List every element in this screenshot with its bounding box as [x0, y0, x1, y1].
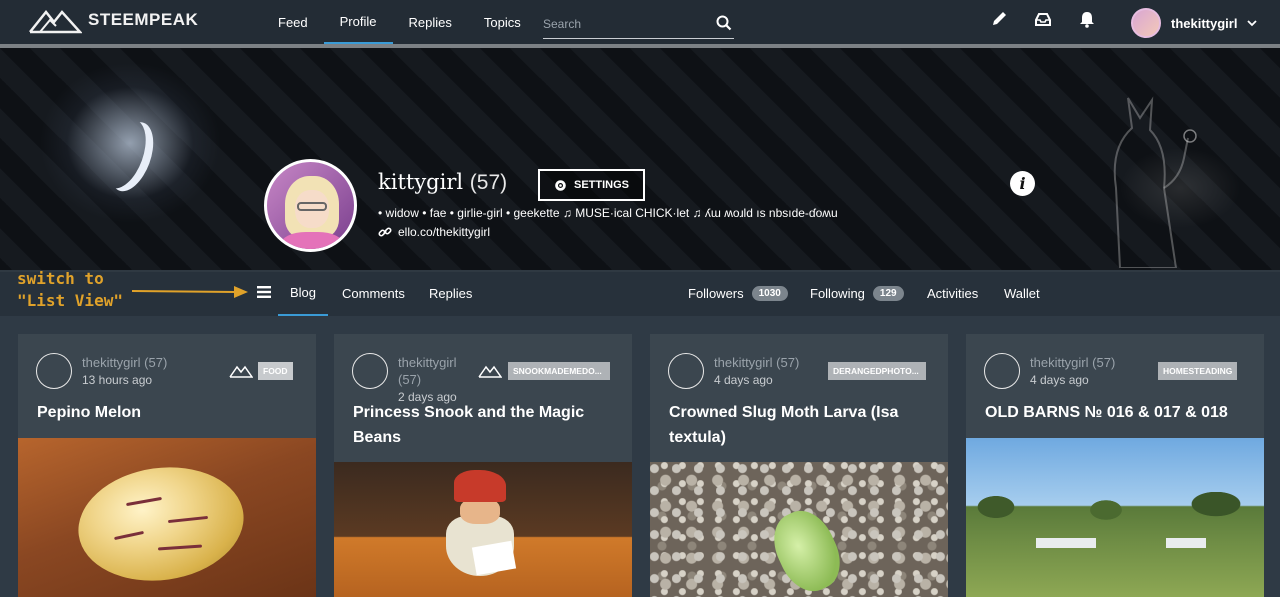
nav-topics[interactable]: Topics — [468, 0, 537, 44]
info-icon[interactable]: i — [1010, 171, 1035, 196]
mountain-logo-icon — [29, 9, 82, 34]
brand-name: STEEMPEAK — [88, 10, 199, 29]
settings-label: SETTINGS — [573, 179, 629, 191]
post-tag[interactable]: HOMESTEADING — [1158, 362, 1238, 380]
banner-moon — [94, 114, 154, 195]
brand-logo[interactable]: STEEMPEAK — [28, 6, 198, 34]
post-author[interactable]: thekittygirl (57) — [714, 354, 824, 371]
profile-avatar[interactable] — [264, 159, 357, 252]
post-author[interactable]: thekittygirl (57) — [82, 354, 192, 371]
post-tag[interactable]: SNOOKMADEMEDO... — [508, 362, 610, 380]
search-input[interactable] — [543, 9, 734, 38]
user-menu[interactable]: thekittygirl — [1131, 8, 1258, 38]
following-count-badge: 129 — [872, 285, 904, 301]
post-thumbnail[interactable] — [18, 438, 316, 597]
mountain-logo-icon — [478, 365, 502, 378]
post-time: 4 days ago — [714, 373, 773, 387]
profile-reputation: (57) — [469, 171, 508, 194]
profile-name: kittygirl (57) — [378, 170, 507, 195]
following-label: Following — [810, 285, 865, 301]
tab-replies[interactable]: Replies — [429, 270, 472, 316]
inbox-icon[interactable] — [1034, 11, 1052, 27]
nav-profile[interactable]: Profile — [323, 0, 393, 44]
annotation-line-1: switch to — [17, 269, 104, 288]
nav-actions — [990, 10, 1096, 28]
arrow-right-icon — [132, 286, 248, 298]
gear-icon — [555, 179, 566, 191]
link-icon — [378, 227, 392, 237]
profile-bio: • widow • fae • girlie-girl • geekette ♫… — [378, 206, 838, 220]
post-thumbnail[interactable] — [966, 438, 1264, 597]
chevron-down-icon[interactable] — [1247, 19, 1258, 27]
post-card[interactable]: thekittygirl (57) 4 days ago DERANGEDPHO… — [650, 334, 948, 597]
post-card[interactable]: thekittygirl (57) 13 hours ago FOOD Pepi… — [18, 334, 316, 597]
profile-website[interactable]: ello.co/thekittygirl — [378, 225, 490, 239]
website-link[interactable]: ello.co/thekittygirl — [398, 225, 490, 239]
settings-button[interactable]: SETTINGS — [538, 169, 645, 201]
tab-wallet[interactable]: Wallet — [1004, 270, 1040, 316]
post-author[interactable]: thekittygirl (57) — [398, 354, 478, 388]
post-thumbnail[interactable] — [334, 462, 632, 597]
post-time: 4 days ago — [1030, 373, 1089, 387]
profile-banner — [0, 48, 1280, 270]
post-card[interactable]: thekittygirl (57) 4 days ago HOMESTEADIN… — [966, 334, 1264, 597]
banner-figure — [1113, 96, 1197, 268]
nav-feed[interactable]: Feed — [262, 0, 324, 44]
tab-blog[interactable]: Blog — [278, 270, 329, 316]
tab-followers[interactable]: Followers 1030 — [688, 270, 788, 316]
post-title[interactable]: Crowned Slug Moth Larva (Isa textula) — [669, 400, 933, 450]
tab-activities[interactable]: Activities — [927, 270, 978, 316]
bell-icon[interactable] — [1078, 10, 1096, 28]
post-thumbnail[interactable] — [650, 462, 948, 597]
annotation-line-2: "List View" — [17, 291, 123, 310]
post-time: 13 hours ago — [82, 373, 153, 387]
tab-comments[interactable]: Comments — [342, 270, 405, 316]
main-nav: Feed Profile Replies Topics — [262, 0, 537, 44]
nav-replies[interactable]: Replies — [393, 0, 468, 44]
pencil-icon[interactable] — [990, 10, 1008, 28]
username[interactable]: thekittygirl — [1171, 16, 1237, 31]
post-author[interactable]: thekittygirl (57) — [1030, 354, 1140, 371]
post-title[interactable]: Pepino Melon — [37, 400, 301, 425]
post-tag[interactable]: FOOD — [258, 362, 293, 380]
profile-display-name: kittygirl — [378, 170, 464, 194]
avatar[interactable] — [1131, 8, 1161, 38]
followers-count-badge: 1030 — [751, 285, 788, 301]
post-title[interactable]: Princess Snook and the Magic Beans — [353, 400, 617, 450]
followers-label: Followers — [688, 285, 744, 301]
search-icon[interactable] — [716, 15, 732, 31]
mountain-logo-icon — [229, 365, 253, 378]
search-box — [543, 9, 734, 39]
annotation-note: switch to "List View" — [17, 268, 123, 312]
post-card[interactable]: thekittygirl (57) 2 days ago SNOOKMADEME… — [334, 334, 632, 597]
tab-following[interactable]: Following 129 — [810, 270, 904, 316]
list-view-icon[interactable] — [256, 285, 272, 299]
author-avatar[interactable] — [984, 353, 1020, 389]
author-avatar[interactable] — [668, 353, 704, 389]
post-title[interactable]: OLD BARNS № 016 & 017 & 018 — [985, 400, 1249, 425]
author-avatar[interactable] — [352, 353, 388, 389]
top-navbar: STEEMPEAK Feed Profile Replies Topics th… — [0, 0, 1280, 44]
author-avatar[interactable] — [36, 353, 72, 389]
post-tag[interactable]: DERANGEDPHOTO... — [828, 362, 926, 380]
